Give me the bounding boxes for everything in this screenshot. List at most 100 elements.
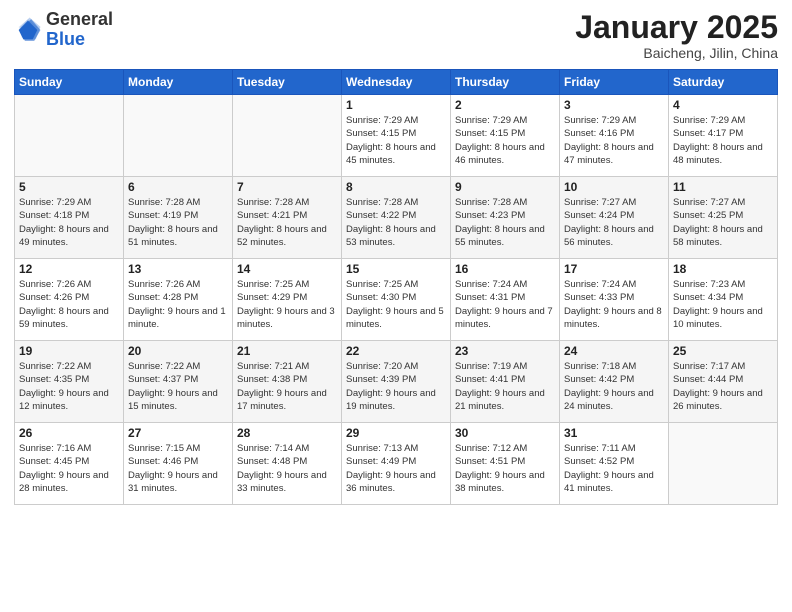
- day-cell: 31 Sunrise: 7:11 AM Sunset: 4:52 PM Dayli…: [560, 423, 669, 505]
- day-cell: 30Sunrise: 7:12 AM Sunset: 4:51 PM Dayli…: [451, 423, 560, 505]
- day-cell: [669, 423, 778, 505]
- day-number: 23: [455, 344, 555, 358]
- day-cell: 11 Sunrise: 7:27 AM Sunset: 4:25 PM Dayli…: [669, 177, 778, 259]
- week-row-5: 26Sunrise: 7:16 AM Sunset: 4:45 PM Dayli…: [15, 423, 778, 505]
- day-cell: 5 Sunrise: 7:29 AM Sunset: 4:18 PM Daylig…: [15, 177, 124, 259]
- day-number: 7: [237, 180, 337, 194]
- day-cell: 14 Sunrise: 7:25 AM Sunset: 4:29 PM Dayli…: [233, 259, 342, 341]
- day-info: Sunrise: 7:25 AM Sunset: 4:29 PM Dayligh…: [237, 278, 337, 331]
- week-row-4: 19 Sunrise: 7:22 AM Sunset: 4:35 PM Dayli…: [15, 341, 778, 423]
- day-number: 20: [128, 344, 228, 358]
- day-number: 6: [128, 180, 228, 194]
- day-number: 10: [564, 180, 664, 194]
- weekday-header-sunday: Sunday: [15, 70, 124, 95]
- day-number: 28: [237, 426, 337, 440]
- day-info: Sunrise: 7:28 AM Sunset: 4:19 PM Dayligh…: [128, 196, 228, 249]
- day-number: 31: [564, 426, 664, 440]
- day-number: 29: [346, 426, 446, 440]
- day-number: 21: [237, 344, 337, 358]
- week-row-2: 5 Sunrise: 7:29 AM Sunset: 4:18 PM Daylig…: [15, 177, 778, 259]
- calendar-container: General Blue January 2025 Baicheng, Jili…: [0, 0, 792, 612]
- day-number: 17: [564, 262, 664, 276]
- day-number: 2: [455, 98, 555, 112]
- day-number: 16: [455, 262, 555, 276]
- day-info: Sunrise: 7:22 AM Sunset: 4:35 PM Dayligh…: [19, 360, 119, 413]
- day-info: Sunrise: 7:27 AM Sunset: 4:25 PM Dayligh…: [673, 196, 773, 249]
- weekday-header-saturday: Saturday: [669, 70, 778, 95]
- day-number: 13: [128, 262, 228, 276]
- day-cell: 18 Sunrise: 7:23 AM Sunset: 4:34 PM Dayli…: [669, 259, 778, 341]
- day-cell: [124, 95, 233, 177]
- day-cell: 13 Sunrise: 7:26 AM Sunset: 4:28 PM Dayli…: [124, 259, 233, 341]
- day-info: Sunrise: 7:29 AM Sunset: 4:15 PM Dayligh…: [346, 114, 446, 167]
- day-info: Sunrise: 7:27 AM Sunset: 4:24 PM Dayligh…: [564, 196, 664, 249]
- day-info: Sunrise: 7:26 AM Sunset: 4:28 PM Dayligh…: [128, 278, 228, 331]
- day-cell: 10 Sunrise: 7:27 AM Sunset: 4:24 PM Dayli…: [560, 177, 669, 259]
- day-info: Sunrise: 7:29 AM Sunset: 4:15 PM Dayligh…: [455, 114, 555, 167]
- weekday-header-row: SundayMondayTuesdayWednesdayThursdayFrid…: [15, 70, 778, 95]
- day-info: Sunrise: 7:29 AM Sunset: 4:18 PM Dayligh…: [19, 196, 119, 249]
- day-number: 14: [237, 262, 337, 276]
- day-cell: 20 Sunrise: 7:22 AM Sunset: 4:37 PM Dayli…: [124, 341, 233, 423]
- day-info: Sunrise: 7:23 AM Sunset: 4:34 PM Dayligh…: [673, 278, 773, 331]
- day-cell: 16 Sunrise: 7:24 AM Sunset: 4:31 PM Dayli…: [451, 259, 560, 341]
- day-cell: 23Sunrise: 7:19 AM Sunset: 4:41 PM Dayli…: [451, 341, 560, 423]
- day-cell: 6 Sunrise: 7:28 AM Sunset: 4:19 PM Daylig…: [124, 177, 233, 259]
- day-number: 24: [564, 344, 664, 358]
- day-cell: 22 Sunrise: 7:20 AM Sunset: 4:39 PM Dayli…: [342, 341, 451, 423]
- day-number: 27: [128, 426, 228, 440]
- day-info: Sunrise: 7:24 AM Sunset: 4:31 PM Dayligh…: [455, 278, 555, 331]
- day-info: Sunrise: 7:16 AM Sunset: 4:45 PM Dayligh…: [19, 442, 119, 495]
- day-number: 11: [673, 180, 773, 194]
- day-info: Sunrise: 7:18 AM Sunset: 4:42 PM Dayligh…: [564, 360, 664, 413]
- logo-general: General: [46, 9, 113, 29]
- day-info: Sunrise: 7:11 AM Sunset: 4:52 PM Dayligh…: [564, 442, 664, 495]
- day-cell: [15, 95, 124, 177]
- week-row-3: 12Sunrise: 7:26 AM Sunset: 4:26 PM Dayli…: [15, 259, 778, 341]
- day-info: Sunrise: 7:28 AM Sunset: 4:21 PM Dayligh…: [237, 196, 337, 249]
- day-cell: 8Sunrise: 7:28 AM Sunset: 4:22 PM Daylig…: [342, 177, 451, 259]
- day-cell: 19 Sunrise: 7:22 AM Sunset: 4:35 PM Dayli…: [15, 341, 124, 423]
- day-cell: 27Sunrise: 7:15 AM Sunset: 4:46 PM Dayli…: [124, 423, 233, 505]
- day-info: Sunrise: 7:20 AM Sunset: 4:39 PM Dayligh…: [346, 360, 446, 413]
- day-cell: 7 Sunrise: 7:28 AM Sunset: 4:21 PM Daylig…: [233, 177, 342, 259]
- day-info: Sunrise: 7:29 AM Sunset: 4:16 PM Dayligh…: [564, 114, 664, 167]
- day-number: 5: [19, 180, 119, 194]
- week-row-1: 1Sunrise: 7:29 AM Sunset: 4:15 PM Daylig…: [15, 95, 778, 177]
- day-cell: 4 Sunrise: 7:29 AM Sunset: 4:17 PM Daylig…: [669, 95, 778, 177]
- day-info: Sunrise: 7:22 AM Sunset: 4:37 PM Dayligh…: [128, 360, 228, 413]
- day-number: 3: [564, 98, 664, 112]
- calendar-title: January 2025: [575, 10, 778, 45]
- title-block: January 2025 Baicheng, Jilin, China: [575, 10, 778, 61]
- day-cell: 21 Sunrise: 7:21 AM Sunset: 4:38 PM Dayli…: [233, 341, 342, 423]
- day-info: Sunrise: 7:24 AM Sunset: 4:33 PM Dayligh…: [564, 278, 664, 331]
- day-number: 18: [673, 262, 773, 276]
- day-number: 9: [455, 180, 555, 194]
- day-info: Sunrise: 7:21 AM Sunset: 4:38 PM Dayligh…: [237, 360, 337, 413]
- day-info: Sunrise: 7:13 AM Sunset: 4:49 PM Dayligh…: [346, 442, 446, 495]
- calendar-table: SundayMondayTuesdayWednesdayThursdayFrid…: [14, 69, 778, 505]
- day-number: 22: [346, 344, 446, 358]
- logo: General Blue: [14, 10, 113, 50]
- weekday-header-wednesday: Wednesday: [342, 70, 451, 95]
- day-cell: 25Sunrise: 7:17 AM Sunset: 4:44 PM Dayli…: [669, 341, 778, 423]
- logo-text: General Blue: [46, 10, 113, 50]
- logo-icon: [14, 16, 42, 44]
- day-info: Sunrise: 7:29 AM Sunset: 4:17 PM Dayligh…: [673, 114, 773, 167]
- day-number: 15: [346, 262, 446, 276]
- day-cell: 24 Sunrise: 7:18 AM Sunset: 4:42 PM Dayli…: [560, 341, 669, 423]
- day-info: Sunrise: 7:14 AM Sunset: 4:48 PM Dayligh…: [237, 442, 337, 495]
- header: General Blue January 2025 Baicheng, Jili…: [14, 10, 778, 61]
- day-cell: [233, 95, 342, 177]
- day-number: 30: [455, 426, 555, 440]
- day-cell: 15Sunrise: 7:25 AM Sunset: 4:30 PM Dayli…: [342, 259, 451, 341]
- day-cell: 3 Sunrise: 7:29 AM Sunset: 4:16 PM Daylig…: [560, 95, 669, 177]
- weekday-header-thursday: Thursday: [451, 70, 560, 95]
- day-number: 19: [19, 344, 119, 358]
- day-cell: 28 Sunrise: 7:14 AM Sunset: 4:48 PM Dayli…: [233, 423, 342, 505]
- day-number: 4: [673, 98, 773, 112]
- weekday-header-tuesday: Tuesday: [233, 70, 342, 95]
- day-cell: 26Sunrise: 7:16 AM Sunset: 4:45 PM Dayli…: [15, 423, 124, 505]
- day-number: 8: [346, 180, 446, 194]
- calendar-subtitle: Baicheng, Jilin, China: [575, 45, 778, 61]
